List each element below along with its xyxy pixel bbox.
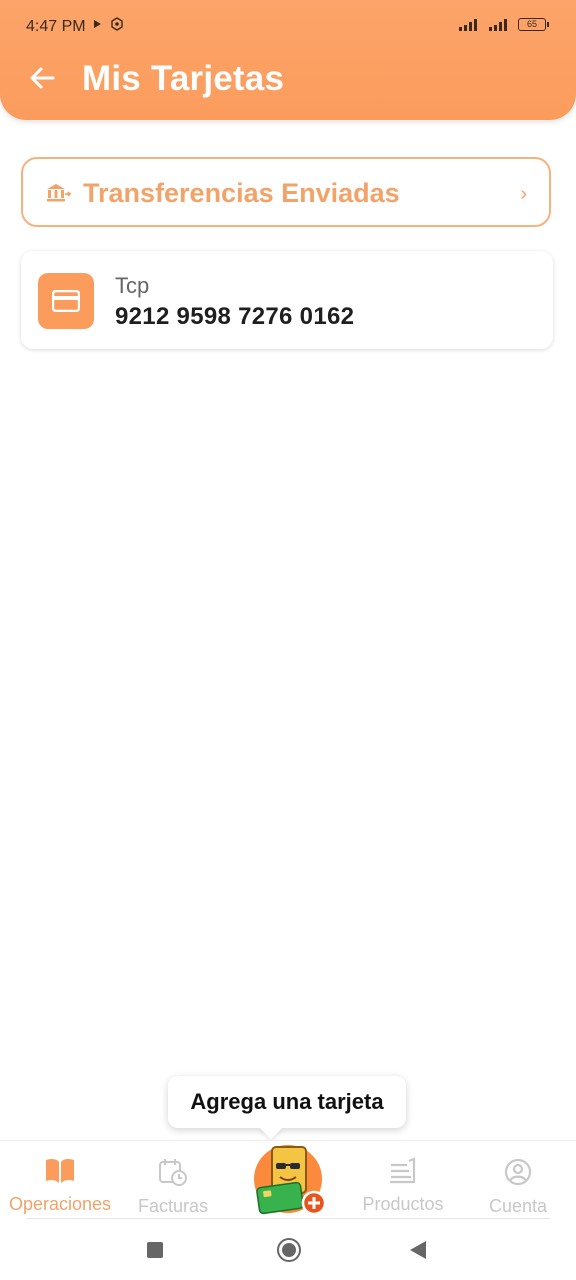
system-back-icon[interactable]	[410, 1241, 426, 1259]
calendar-clock-icon	[159, 1159, 187, 1186]
add-card-tooltip: Agrega una tarjeta	[168, 1076, 406, 1128]
status-left-icons	[92, 17, 124, 31]
add-card-button[interactable]	[250, 1133, 330, 1217]
signal-icon	[459, 18, 477, 31]
status-right-icons: 65	[458, 18, 549, 31]
nav-item-productos[interactable]: Productos	[343, 1157, 463, 1215]
card-number: 9212 9598 7276 0162	[115, 303, 355, 330]
nav-label-operaciones: Operaciones	[8, 1194, 112, 1214]
nav-item-operaciones[interactable]: Operaciones	[0, 1157, 120, 1215]
play-icon	[94, 20, 101, 28]
home-icon[interactable]	[277, 1238, 301, 1262]
system-navigation-bar	[0, 1222, 576, 1280]
recents-icon[interactable]	[147, 1242, 163, 1258]
add-card-mascot-icon	[254, 1145, 327, 1216]
user-circle-icon	[504, 1158, 532, 1186]
nav-item-facturas[interactable]: Facturas	[113, 1157, 233, 1217]
sent-transfers-button[interactable]: Transferencias Enviadas ›	[21, 157, 551, 227]
status-bar: 4:47 PM 65	[0, 0, 576, 54]
nav-divider	[26, 1218, 550, 1219]
sent-transfers-label: Transferencias Enviadas	[83, 178, 400, 208]
nav-label-productos: Productos	[362, 1194, 444, 1214]
arrow-left-icon	[30, 67, 55, 89]
back-button[interactable]	[24, 60, 60, 96]
card-list-item[interactable]: Tcp 9212 9598 7276 0162	[21, 251, 553, 349]
nav-item-cuenta[interactable]: Cuenta	[458, 1157, 576, 1217]
nav-label-facturas: Facturas	[137, 1196, 209, 1216]
status-time: 4:47 PM	[26, 18, 86, 35]
chevron-right-icon: ›	[520, 183, 527, 205]
products-icon	[390, 1157, 416, 1184]
notification-icon	[111, 17, 123, 31]
app-header: 4:47 PM 65 Mis Tarjetas	[0, 0, 576, 120]
signal-icon-2	[489, 18, 507, 31]
book-icon	[46, 1158, 74, 1183]
page-title: Mis Tarjetas	[82, 59, 285, 98]
bank-transfer-icon	[47, 184, 71, 202]
card-bank-name: Tcp	[115, 273, 150, 298]
tooltip-text: Agrega una tarjeta	[190, 1089, 384, 1114]
credit-card-icon	[38, 273, 94, 329]
nav-label-cuenta: Cuenta	[488, 1196, 548, 1216]
battery-icon: 65	[518, 18, 549, 31]
